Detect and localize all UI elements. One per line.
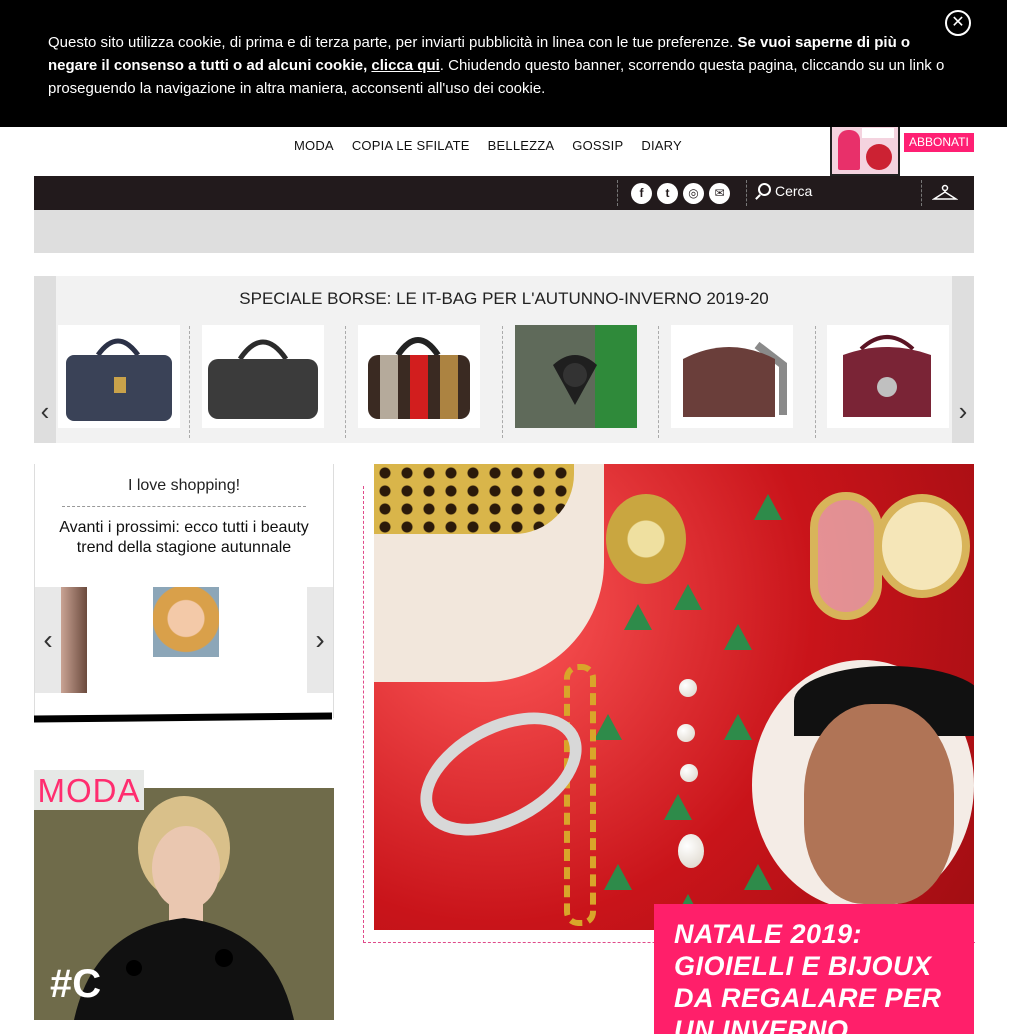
hanger-icon[interactable] <box>932 184 958 202</box>
divider <box>746 180 747 206</box>
divider <box>921 180 922 206</box>
divider <box>815 326 816 438</box>
thumbnail-image[interactable] <box>153 587 219 657</box>
bag-item[interactable] <box>827 325 949 428</box>
article-headline[interactable]: Avanti i prossimi: ecco tutti i beauty t… <box>55 518 313 558</box>
feature-image[interactable] <box>374 464 974 930</box>
twitter-icon[interactable]: t <box>657 183 678 204</box>
ad-banner <box>34 210 974 253</box>
bag-item[interactable] <box>58 325 180 428</box>
cookie-banner: Questo sito utilizza cookie, di prima e … <box>0 0 1007 127</box>
bags-carousel: ‹ SPECIALE BORSE: LE IT-BAG PER L'AUTUNN… <box>34 276 974 443</box>
divider <box>502 326 503 438</box>
nav-item-bellezza[interactable]: BELLEZZA <box>488 138 555 153</box>
instagram-icon[interactable]: ◎ <box>683 183 704 204</box>
toolbar: f t ◎ ✉ Cerca <box>34 176 974 210</box>
shopping-widget: I love shopping! Avanti i prossimi: ecco… <box>34 464 334 718</box>
category-tag[interactable]: MODA <box>34 770 144 810</box>
carousel-next-button[interactable]: › <box>307 587 333 693</box>
search-input[interactable]: Cerca <box>758 183 812 199</box>
search-placeholder: Cerca <box>775 183 813 199</box>
facebook-icon[interactable]: f <box>631 183 652 204</box>
magazine-cover[interactable] <box>830 120 900 176</box>
divider <box>345 326 346 438</box>
divider <box>617 180 618 206</box>
main-nav: MODA COPIA LE SFILATE BELLEZZA GOSSIP DI… <box>294 138 682 153</box>
divider <box>658 326 659 438</box>
thumbnail-image[interactable] <box>61 587 87 693</box>
carousel-prev-button[interactable]: ‹ <box>35 587 61 693</box>
feature-headline[interactable]: NATALE 2019: GIOIELLI E BIJOUX DA REGALA… <box>654 904 974 1034</box>
divider <box>189 326 190 438</box>
bag-item[interactable] <box>202 325 324 428</box>
carousel-next-button[interactable]: › <box>952 276 974 443</box>
cookie-text: Questo sito utilizza cookie, di prima e … <box>48 31 948 100</box>
cookie-link[interactable]: clicca qui <box>371 57 439 74</box>
search-icon <box>758 183 771 196</box>
mail-icon[interactable]: ✉ <box>709 183 730 204</box>
cookie-text-intro: Questo sito utilizza cookie, di prima e … <box>48 34 738 51</box>
nav-item-copia-le-sfilate[interactable]: COPIA LE SFILATE <box>352 138 470 153</box>
bag-item[interactable] <box>358 325 480 428</box>
nav-item-diary[interactable]: DIARY <box>641 138 682 153</box>
subscribe-button[interactable]: ABBONATI <box>904 133 974 152</box>
close-icon[interactable]: ✕ <box>945 10 971 36</box>
divider <box>62 506 306 507</box>
bag-item[interactable] <box>515 325 637 428</box>
hashtag-overlay: #C <box>50 962 102 1006</box>
widget-heading: I love shopping! <box>127 477 241 494</box>
carousel-title: SPECIALE BORSE: LE IT-BAG PER L'AUTUNNO-… <box>239 289 769 308</box>
nav-item-gossip[interactable]: GOSSIP <box>572 138 623 153</box>
bag-item[interactable] <box>671 325 793 428</box>
nav-item-moda[interactable]: MODA <box>294 138 334 153</box>
